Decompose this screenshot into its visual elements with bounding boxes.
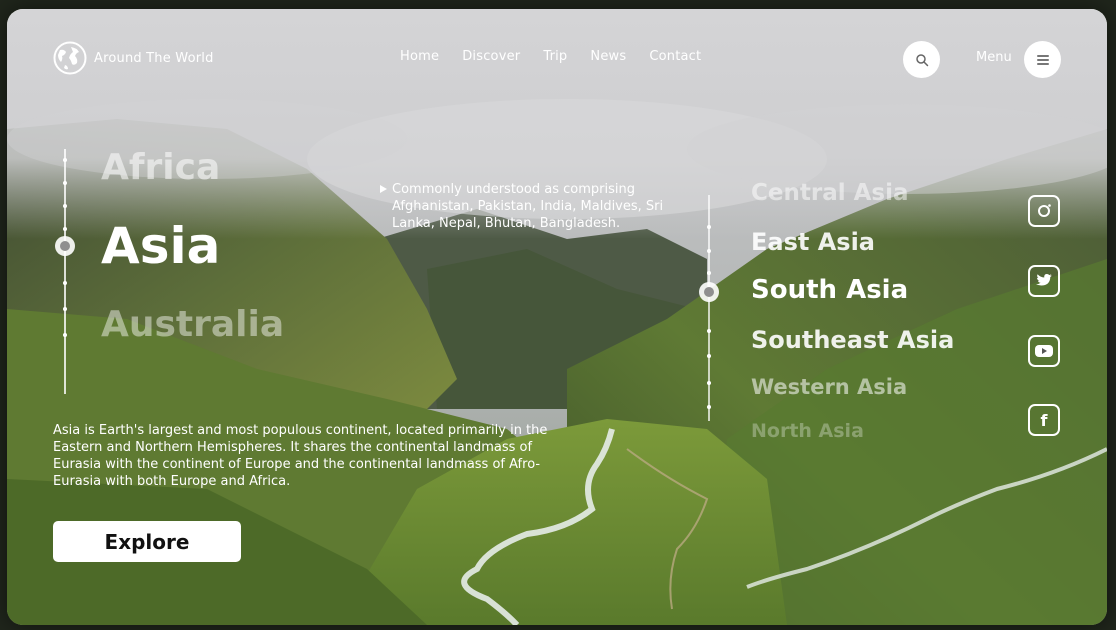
- youtube-link[interactable]: [1028, 335, 1060, 367]
- youtube-icon: [1035, 345, 1053, 357]
- region-item-north-asia[interactable]: North Asia: [751, 420, 864, 442]
- instagram-icon: [1038, 204, 1051, 217]
- continent-slider-knob[interactable]: [55, 236, 75, 256]
- slider-tick: [707, 249, 711, 253]
- slider-tick: [63, 281, 67, 285]
- region-item-southeast-asia[interactable]: Southeast Asia: [751, 326, 954, 354]
- twitter-icon: [1036, 274, 1052, 286]
- slider-tick: [63, 333, 67, 337]
- region-item-east-asia[interactable]: East Asia: [751, 228, 875, 256]
- region-slider-knob[interactable]: [699, 282, 719, 302]
- nav-item-trip[interactable]: Trip: [543, 49, 567, 64]
- continent-item-previous[interactable]: Africa: [101, 147, 220, 188]
- menu-button[interactable]: [1024, 41, 1061, 78]
- continent-description: Asia is Earth's largest and most populou…: [53, 423, 548, 489]
- twitter-link[interactable]: [1028, 265, 1060, 297]
- region-item-central-asia[interactable]: Central Asia: [751, 180, 909, 206]
- slider-tick: [707, 381, 711, 385]
- region-note: Commonly understood as comprising Afghan…: [392, 182, 664, 231]
- globe-icon: [53, 41, 87, 75]
- slider-tick: [707, 225, 711, 229]
- brand-name: Around The World: [94, 50, 214, 66]
- slider-tick: [707, 354, 711, 358]
- region-item-western-asia[interactable]: Western Asia: [751, 375, 907, 399]
- continent-item-next[interactable]: Australia: [101, 304, 284, 345]
- app-frame: Around The World Home Discover Trip News…: [7, 9, 1107, 625]
- slider-tick: [63, 204, 67, 208]
- slider-tick: [63, 181, 67, 185]
- top-header: Around The World Home Discover Trip News…: [7, 9, 1107, 109]
- search-icon: [915, 53, 928, 66]
- menu-label[interactable]: Menu: [976, 50, 1012, 65]
- nav-item-discover[interactable]: Discover: [462, 49, 520, 64]
- brand-logo[interactable]: Around The World: [53, 41, 214, 75]
- explore-button[interactable]: Explore: [53, 521, 241, 562]
- slider-tick: [63, 227, 67, 231]
- nav-item-home[interactable]: Home: [400, 49, 439, 64]
- slider-tick: [63, 158, 67, 162]
- slider-tick: [707, 271, 711, 275]
- hamburger-icon: [1036, 54, 1049, 65]
- slider-tick: [63, 307, 67, 311]
- search-button[interactable]: [903, 41, 940, 78]
- play-triangle-icon: [380, 185, 387, 193]
- nav-item-news[interactable]: News: [590, 49, 626, 64]
- facebook-icon: f: [1040, 410, 1048, 430]
- slider-tick: [707, 329, 711, 333]
- slider-tick: [707, 405, 711, 409]
- nav-item-contact[interactable]: Contact: [649, 49, 701, 64]
- facebook-link[interactable]: f: [1028, 404, 1060, 436]
- continent-item-active[interactable]: Asia: [101, 217, 220, 275]
- region-item-south-asia-active[interactable]: South Asia: [751, 275, 908, 305]
- continent-slider-track[interactable]: [64, 149, 66, 394]
- instagram-link[interactable]: [1028, 195, 1060, 227]
- main-nav: Home Discover Trip News Contact: [400, 49, 724, 64]
